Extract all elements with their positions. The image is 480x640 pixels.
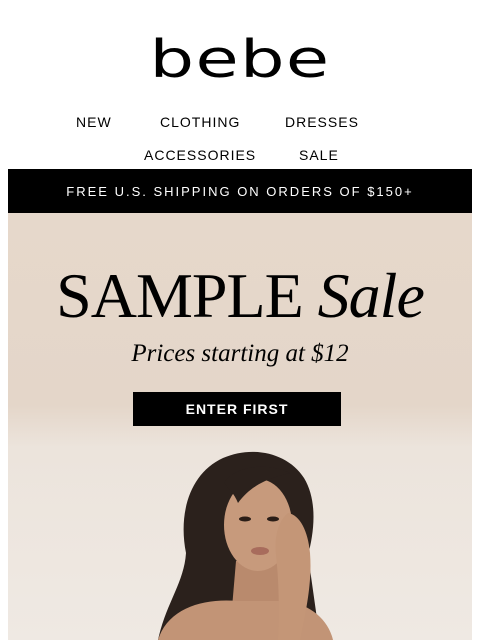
hero-headline-main: SAMPLE bbox=[56, 260, 303, 331]
main-nav-row-2: ACCESSORIES SALE bbox=[0, 145, 480, 165]
shipping-promo-bar[interactable]: FREE U.S. SHIPPING ON ORDERS OF $150+ bbox=[8, 169, 472, 213]
nav-link-accessories[interactable]: ACCESSORIES bbox=[144, 145, 256, 165]
hero-subheadline: Prices starting at $12 bbox=[131, 340, 349, 367]
hero-banner[interactable]: SAMPLE Sale Prices starting at $12 ENTER… bbox=[8, 213, 472, 640]
nav-link-new[interactable]: NEW bbox=[76, 112, 112, 132]
model-photo bbox=[158, 451, 333, 640]
main-nav-row-1: NEW CLOTHING DRESSES bbox=[0, 112, 480, 132]
hero-headline-script: Sale bbox=[317, 260, 425, 331]
hero-headline: SAMPLE Sale bbox=[8, 261, 472, 331]
enter-first-button[interactable]: ENTER FIRST bbox=[133, 392, 341, 426]
nav-link-sale[interactable]: SALE bbox=[299, 145, 339, 165]
nav-link-clothing[interactable]: CLOTHING bbox=[160, 112, 240, 132]
brand-logo[interactable]: bebe bbox=[0, 30, 480, 90]
shipping-promo-text: FREE U.S. SHIPPING ON ORDERS OF $150+ bbox=[66, 183, 414, 199]
nav-link-dresses[interactable]: DRESSES bbox=[285, 112, 359, 132]
